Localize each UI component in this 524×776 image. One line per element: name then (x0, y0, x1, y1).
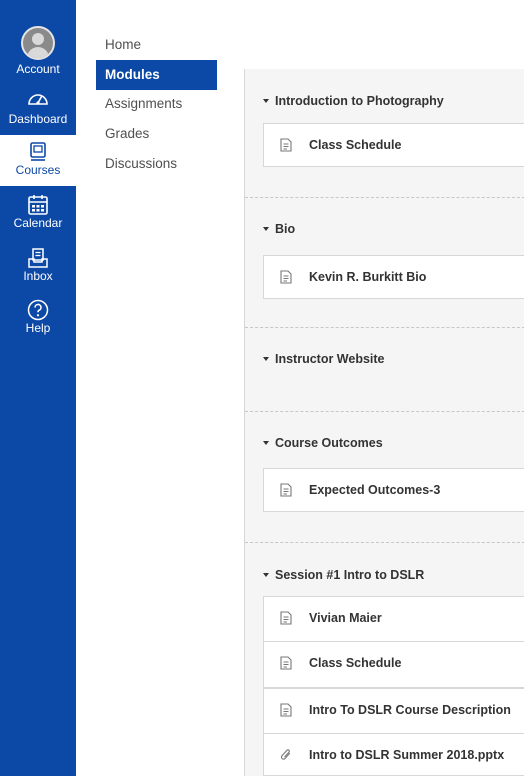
page-icon (280, 611, 292, 625)
global-nav-account[interactable]: Account (0, 26, 76, 76)
module-title: Introduction to Photography (275, 94, 444, 108)
global-nav-label: Courses (15, 163, 61, 177)
module-title: Bio (275, 222, 296, 236)
module-item[interactable]: Vivian Maier (263, 596, 524, 642)
global-nav-label: Account (16, 62, 60, 76)
attachment-icon (280, 749, 291, 760)
dashboard-icon (28, 94, 48, 105)
global-nav-label: Dashboard (8, 112, 68, 126)
global-nav-label: Calendar (13, 216, 63, 230)
module-title: Course Outcomes (275, 436, 383, 450)
course-navigation: Home Modules Assignments Grades Discussi… (76, 0, 244, 776)
caret-down-icon (263, 226, 269, 231)
module-item-title: Intro To DSLR Course Description (309, 703, 511, 717)
caret-down-icon (263, 98, 269, 103)
module-item-title: Class Schedule (309, 138, 402, 152)
page-icon (280, 703, 292, 717)
course-nav-assignments[interactable]: Assignments (96, 89, 217, 119)
module-item-title: Expected Outcomes-3 (309, 483, 441, 497)
caret-down-icon (263, 356, 269, 361)
course-nav-grades[interactable]: Grades (96, 119, 217, 149)
modules-content: Introduction to Photography Class Schedu… (244, 69, 524, 776)
inbox-icon (28, 248, 48, 268)
global-nav-inbox[interactable]: Inbox (0, 247, 76, 283)
module-header[interactable]: Introduction to Photography (245, 91, 524, 111)
global-nav-calendar[interactable]: Calendar (0, 194, 76, 230)
module-header[interactable]: Instructor Website (245, 349, 524, 369)
module-divider (245, 542, 524, 543)
module-item[interactable]: Class Schedule (263, 123, 524, 167)
global-nav-label: Inbox (23, 269, 53, 283)
course-nav-discussions[interactable]: Discussions (96, 149, 217, 179)
caret-down-icon (263, 572, 269, 577)
help-icon (27, 299, 49, 321)
module-header[interactable]: Course Outcomes (245, 433, 524, 453)
page-icon (280, 483, 292, 497)
page-icon (280, 270, 292, 284)
module-item[interactable]: Intro to DSLR Summer 2018.pptx (263, 734, 524, 776)
module-divider (245, 411, 524, 412)
module-divider (245, 327, 524, 328)
module-title: Session #1 Intro to DSLR (275, 568, 425, 582)
module-item-title: Intro to DSLR Summer 2018.pptx (309, 748, 505, 762)
avatar (21, 26, 55, 60)
module-item[interactable]: Kevin R. Burkitt Bio (263, 255, 524, 299)
module-item-title: Kevin R. Burkitt Bio (309, 270, 427, 284)
module-item[interactable]: Class Schedule (263, 642, 524, 688)
global-nav-dashboard[interactable]: Dashboard (0, 88, 76, 126)
page-icon (280, 656, 292, 670)
module-header[interactable]: Session #1 Intro to DSLR (245, 565, 524, 585)
module-item-title: Vivian Maier (309, 611, 382, 625)
module-title: Instructor Website (275, 352, 385, 366)
course-nav-home[interactable]: Home (96, 30, 217, 60)
module-divider (245, 197, 524, 198)
global-nav-courses[interactable]: Courses (0, 135, 76, 186)
global-nav-label: Help (25, 321, 51, 335)
module-item[interactable]: Expected Outcomes-3 (263, 468, 524, 512)
course-nav-modules[interactable]: Modules (96, 60, 217, 90)
module-header[interactable]: Bio (245, 219, 524, 239)
page-icon (280, 138, 292, 152)
courses-icon (30, 142, 46, 161)
module-item[interactable]: Intro To DSLR Course Description (263, 688, 524, 734)
global-nav-help[interactable]: Help (0, 299, 76, 335)
caret-down-icon (263, 440, 269, 445)
calendar-icon (28, 195, 48, 215)
module-item-title: Class Schedule (309, 656, 402, 670)
global-navigation: Account Dashboard Courses Calendar Inbox… (0, 0, 76, 776)
